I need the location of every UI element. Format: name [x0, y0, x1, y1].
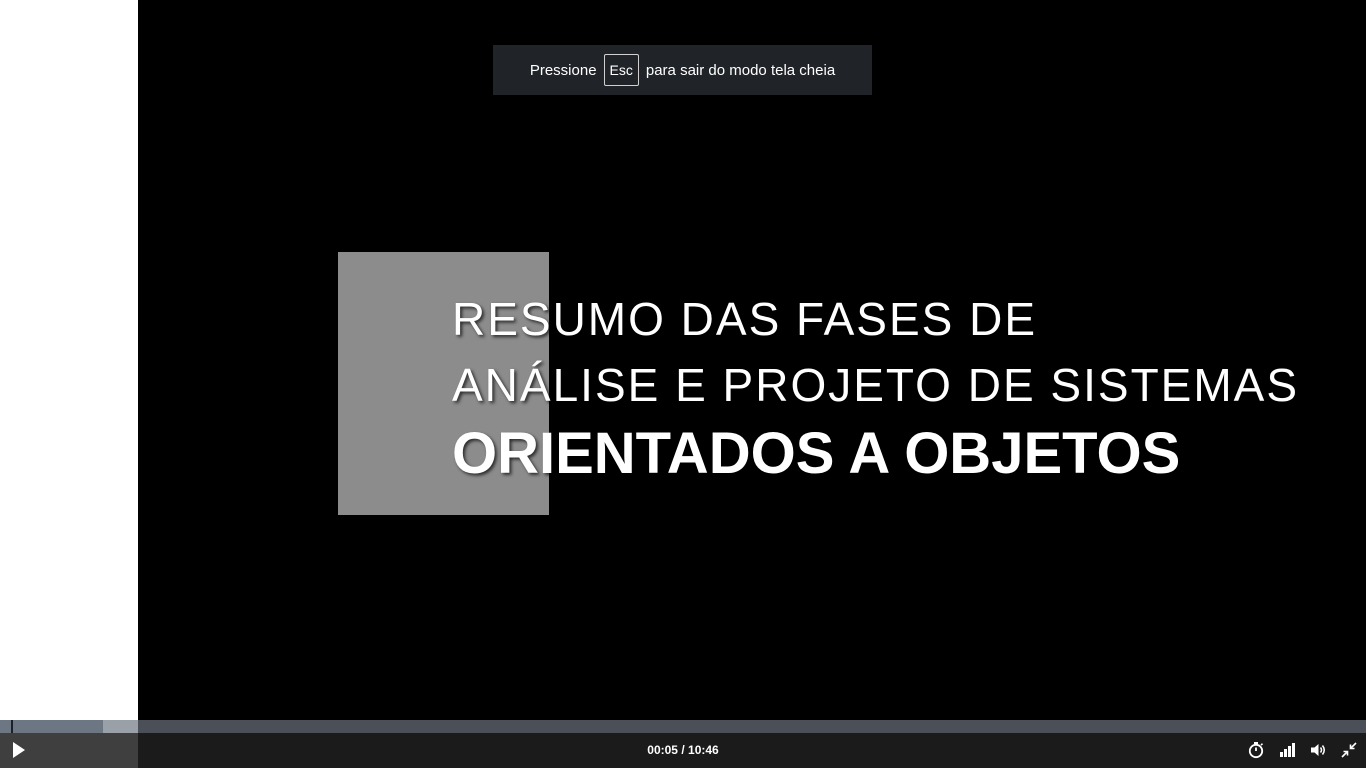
- playback-speed-button[interactable]: [1247, 741, 1265, 759]
- slide-title-line-2: ANÁLISE E PROJETO DE SISTEMAS: [452, 359, 1300, 411]
- slide-title-line-3: ORIENTADOS A OBJETOS: [452, 421, 1181, 486]
- exit-fullscreen-button[interactable]: [1340, 741, 1358, 759]
- exit-fullscreen-icon: [1341, 742, 1357, 758]
- control-bar: 00:05 / 10:46: [0, 733, 1366, 768]
- progress-played: [0, 720, 103, 733]
- fullscreen-notice-suffix: para sair do modo tela cheia: [645, 61, 836, 79]
- screen: RESUMO DAS FASES DE ANÁLISE E PROJETO DE…: [0, 0, 1366, 768]
- current-time: 00:05: [647, 743, 678, 757]
- fullscreen-notice: Pressione Esc para sair do modo tela che…: [493, 45, 872, 95]
- progress-head[interactable]: [11, 720, 13, 733]
- left-margin-panel: [0, 0, 138, 720]
- volume-button[interactable]: [1309, 741, 1327, 759]
- fullscreen-notice-prefix: Pressione: [529, 61, 597, 79]
- volume-icon: [1311, 744, 1325, 756]
- progress-bar[interactable]: [0, 720, 1366, 733]
- slide-title-line-1: RESUMO DAS FASES DE: [452, 293, 1038, 345]
- duration: 10:46: [688, 743, 719, 757]
- time-display: 00:05 / 10:46: [0, 743, 1366, 757]
- signal-quality-icon: [1280, 743, 1295, 757]
- time-separator: /: [681, 743, 685, 757]
- quality-button[interactable]: [1278, 741, 1296, 759]
- timer-icon: [1248, 742, 1264, 759]
- esc-key-badge: Esc: [603, 54, 639, 86]
